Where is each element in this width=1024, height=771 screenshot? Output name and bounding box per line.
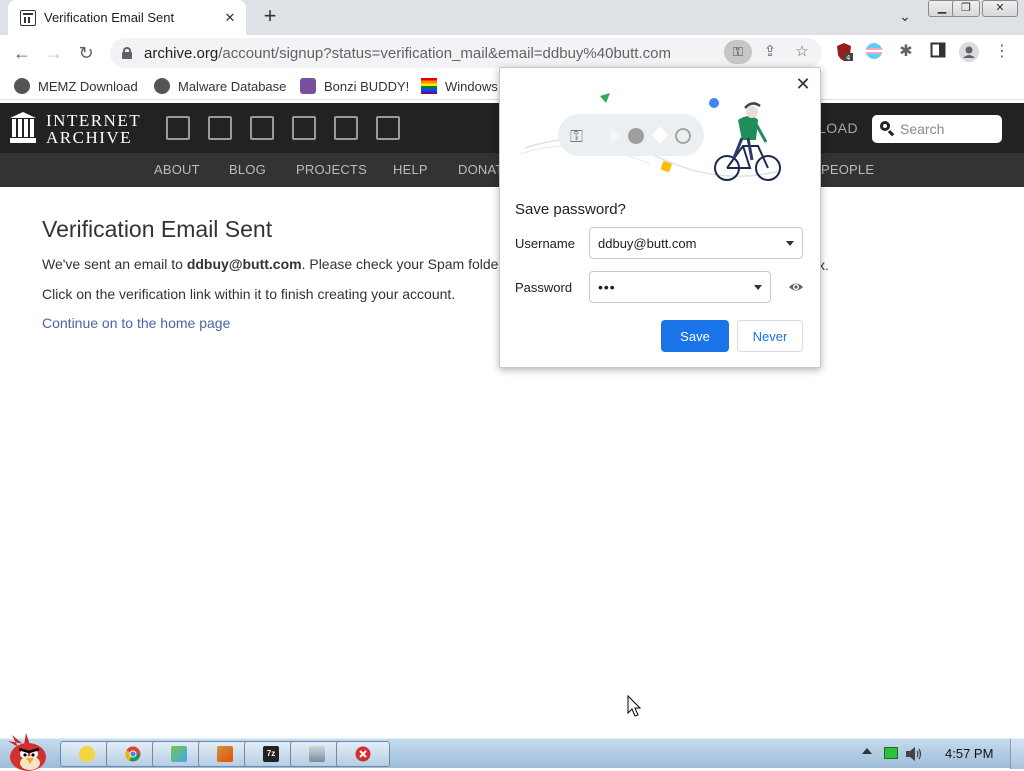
recycle-icon [309,746,325,762]
save-password-dialog: ⚿ ✕ Save password? Username ddbuy@butt.c… [499,67,821,368]
folder-smiley-icon [79,746,95,762]
dialog-title: Save password? [515,201,626,218]
package-icon [217,746,233,762]
address-bar[interactable]: archive.org/account/signup?status=verifi… [110,38,822,68]
password-value: ••• [598,279,616,295]
extensions-puzzle-icon[interactable]: ✱ [896,42,916,62]
nav-projects[interactable]: PROJECTS [296,162,367,177]
nav-about[interactable]: ABOUT [154,162,200,177]
svg-text:4: 4 [846,54,851,62]
bookmark-label: MEMZ Download [38,78,138,94]
sent-email: ddbuy@butt.com [186,256,302,272]
chrome-icon [125,746,141,762]
ia-logo-icon[interactable] [10,112,36,144]
never-button[interactable]: Never [737,320,803,352]
mouse-cursor-icon [627,695,642,717]
ublock-extension-icon[interactable]: 4 [834,42,854,62]
globe-icon [154,78,170,94]
menu-kebab-icon[interactable]: ⋮ [992,42,1012,62]
show-desktop-button[interactable] [1010,739,1024,769]
show-password-eye-icon[interactable] [788,279,804,295]
rainbow-flag-icon [421,78,437,94]
sent-prefix: We've sent an email to [42,256,187,272]
tab-close-icon[interactable]: ✕ [222,10,238,26]
app-icon [171,746,187,762]
sent-suffix: . Please check your Spam folde [301,256,499,272]
restore-button[interactable]: ❐ [952,0,980,17]
nav-help[interactable]: HELP [393,162,428,177]
bookmark-label: Bonzi BUDDY! [324,78,410,94]
bookmark-malware-database[interactable]: Malware Database [154,76,286,96]
save-button[interactable]: Save [661,320,729,352]
web-icon[interactable] [166,116,190,140]
share-icon[interactable]: ⇪ [760,43,780,61]
archive-favicon-icon [20,9,36,26]
tray-expand-icon[interactable] [862,748,872,754]
audio-icon[interactable] [292,116,316,140]
bookmark-windows[interactable]: Windows [421,76,498,96]
tab-search-chevron-icon[interactable]: ⌄ [895,8,915,25]
search-input[interactable] [900,121,996,137]
forward-button[interactable]: → [42,41,66,65]
username-select[interactable]: ddbuy@butt.com [589,227,803,259]
nav-people[interactable]: PEOPLE [821,162,874,177]
search-icon [880,121,896,137]
error-icon [355,746,371,762]
tab-strip: Verification Email Sent ✕ + ⌄ ▁ ❐ ✕ [0,0,1024,35]
bookmark-bonzi-buddy[interactable]: Bonzi BUDDY! [300,76,409,96]
7zip-icon: 7z [263,746,279,762]
home-page-link[interactable]: Continue on to the home page [42,315,230,331]
password-label: Password [515,280,573,295]
back-button[interactable]: ← [10,41,34,65]
close-icon[interactable]: ✕ [793,74,813,94]
video-icon[interactable] [250,116,274,140]
window-close-button[interactable]: ✕ [982,0,1018,17]
new-tab-button[interactable]: + [258,5,282,29]
ia-search-box[interactable] [872,115,1002,143]
upload-link[interactable]: LOAD [818,120,858,136]
reload-button[interactable]: ↻ [74,41,98,65]
nav-donate[interactable]: DONAT [458,162,504,177]
lock-icon[interactable] [122,47,132,59]
bookmark-label: Windows [445,78,498,94]
images-icon[interactable] [376,116,400,140]
globe-icon [14,78,30,94]
nav-blog[interactable]: BLOG [229,162,266,177]
key-icon[interactable]: ⚿ [724,40,752,64]
bonzi-icon [300,78,316,94]
taskbar-error-app[interactable] [336,741,390,767]
bookmark-label: Malware Database [178,78,287,94]
flag-extension-icon[interactable] [864,42,884,62]
username-value: ddbuy@butt.com [598,235,697,251]
username-label: Username [515,236,575,251]
bookmark-star-icon[interactable]: ☆ [792,43,812,61]
url-path: /account/signup?status=verification_mail… [218,44,671,62]
start-angry-bird-icon[interactable] [2,731,50,771]
tab-title: Verification Email Sent [44,10,175,25]
password-select[interactable]: ••• [589,271,771,303]
bookmark-memz[interactable]: MEMZ Download [14,76,138,96]
volume-icon[interactable] [905,746,923,762]
clock[interactable]: 4:57 PM [945,746,993,761]
chevron-down-icon [786,241,794,246]
wordmark-line1: INTERNET [46,111,142,130]
svg-text:⚿: ⚿ [570,127,583,147]
url-text: archive.org/account/signup?status=verifi… [144,45,671,62]
url-host: archive.org [144,44,219,62]
profile-avatar-icon[interactable] [959,42,979,62]
password-illustration: ⚿ [520,93,781,181]
tab-verification-email-sent[interactable]: Verification Email Sent ✕ [8,0,246,35]
wordmark-line2: ARCHIVE [46,128,133,147]
network-icon[interactable] [884,747,898,759]
texts-icon[interactable] [208,116,232,140]
side-panel-icon[interactable] [928,42,948,62]
software-icon[interactable] [334,116,358,140]
taskbar: 7z 4:57 PM [0,733,1024,771]
chevron-down-icon [754,285,762,290]
ia-wordmark[interactable]: INTERNET ARCHIVE [46,112,141,146]
